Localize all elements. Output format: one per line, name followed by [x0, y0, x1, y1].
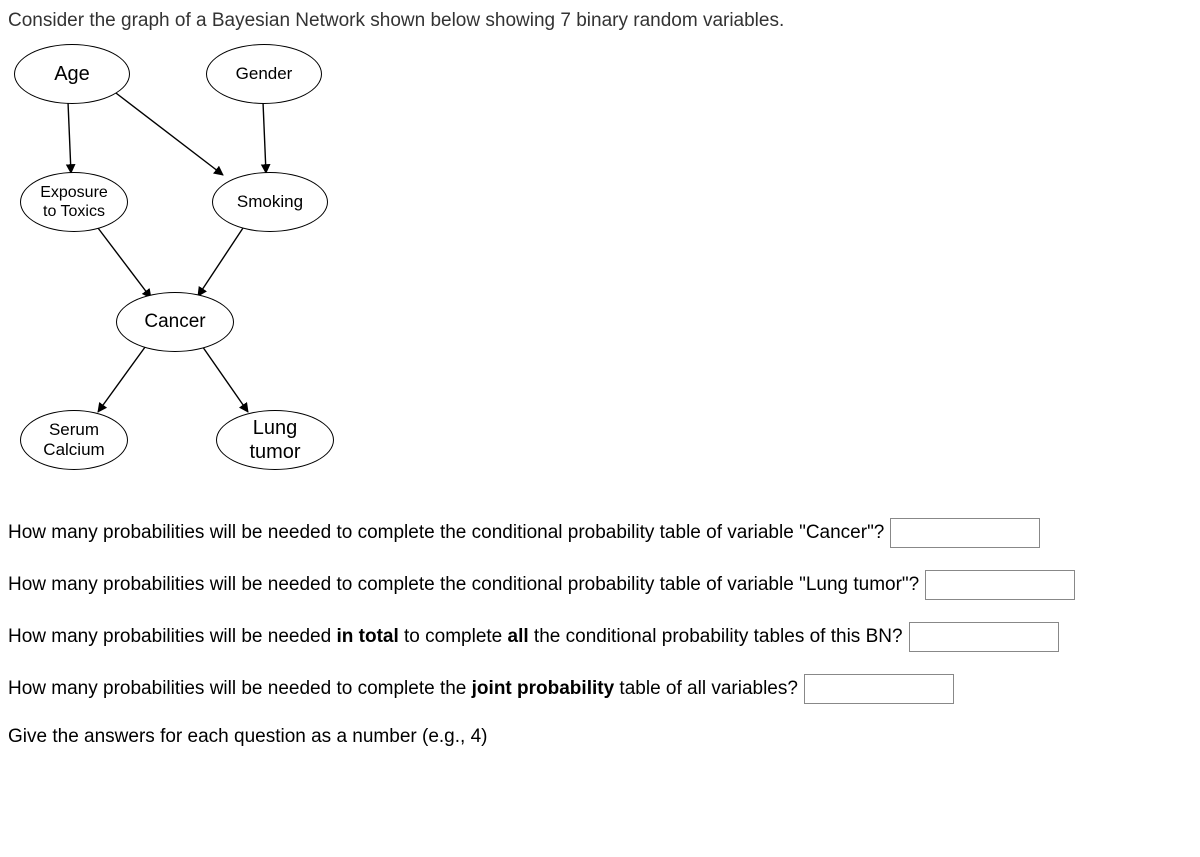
answer-input-1[interactable] [890, 518, 1040, 548]
node-smoking: Smoking [212, 172, 328, 232]
node-lung: Lung tumor [216, 410, 334, 470]
node-exposure: Exposure to Toxics [20, 172, 128, 232]
answer-input-4[interactable] [804, 674, 954, 704]
bayesian-network-diagram: Age Gender Exposure to Toxics Smoking Ca… [8, 40, 508, 500]
intro-text: Consider the graph of a Bayesian Network… [8, 10, 1192, 32]
question-1-text: How many probabilities will be needed to… [8, 522, 884, 544]
question-4: How many probabilities will be needed to… [8, 674, 1192, 704]
question-1: How many probabilities will be needed to… [8, 518, 1192, 548]
question-4-text: How many probabilities will be needed to… [8, 678, 798, 700]
node-serum: Serum Calcium [20, 410, 128, 470]
node-gender: Gender [206, 44, 322, 104]
question-2: How many probabilities will be needed to… [8, 570, 1192, 600]
question-3-text: How many probabilities will be needed in… [8, 626, 903, 648]
node-age: Age [14, 44, 130, 104]
question-2-text: How many probabilities will be needed to… [8, 574, 919, 596]
answer-input-3[interactable] [909, 622, 1059, 652]
hint-text: Give the answers for each question as a … [8, 726, 1192, 748]
node-cancer: Cancer [116, 292, 234, 352]
question-3: How many probabilities will be needed in… [8, 622, 1192, 652]
answer-input-2[interactable] [925, 570, 1075, 600]
